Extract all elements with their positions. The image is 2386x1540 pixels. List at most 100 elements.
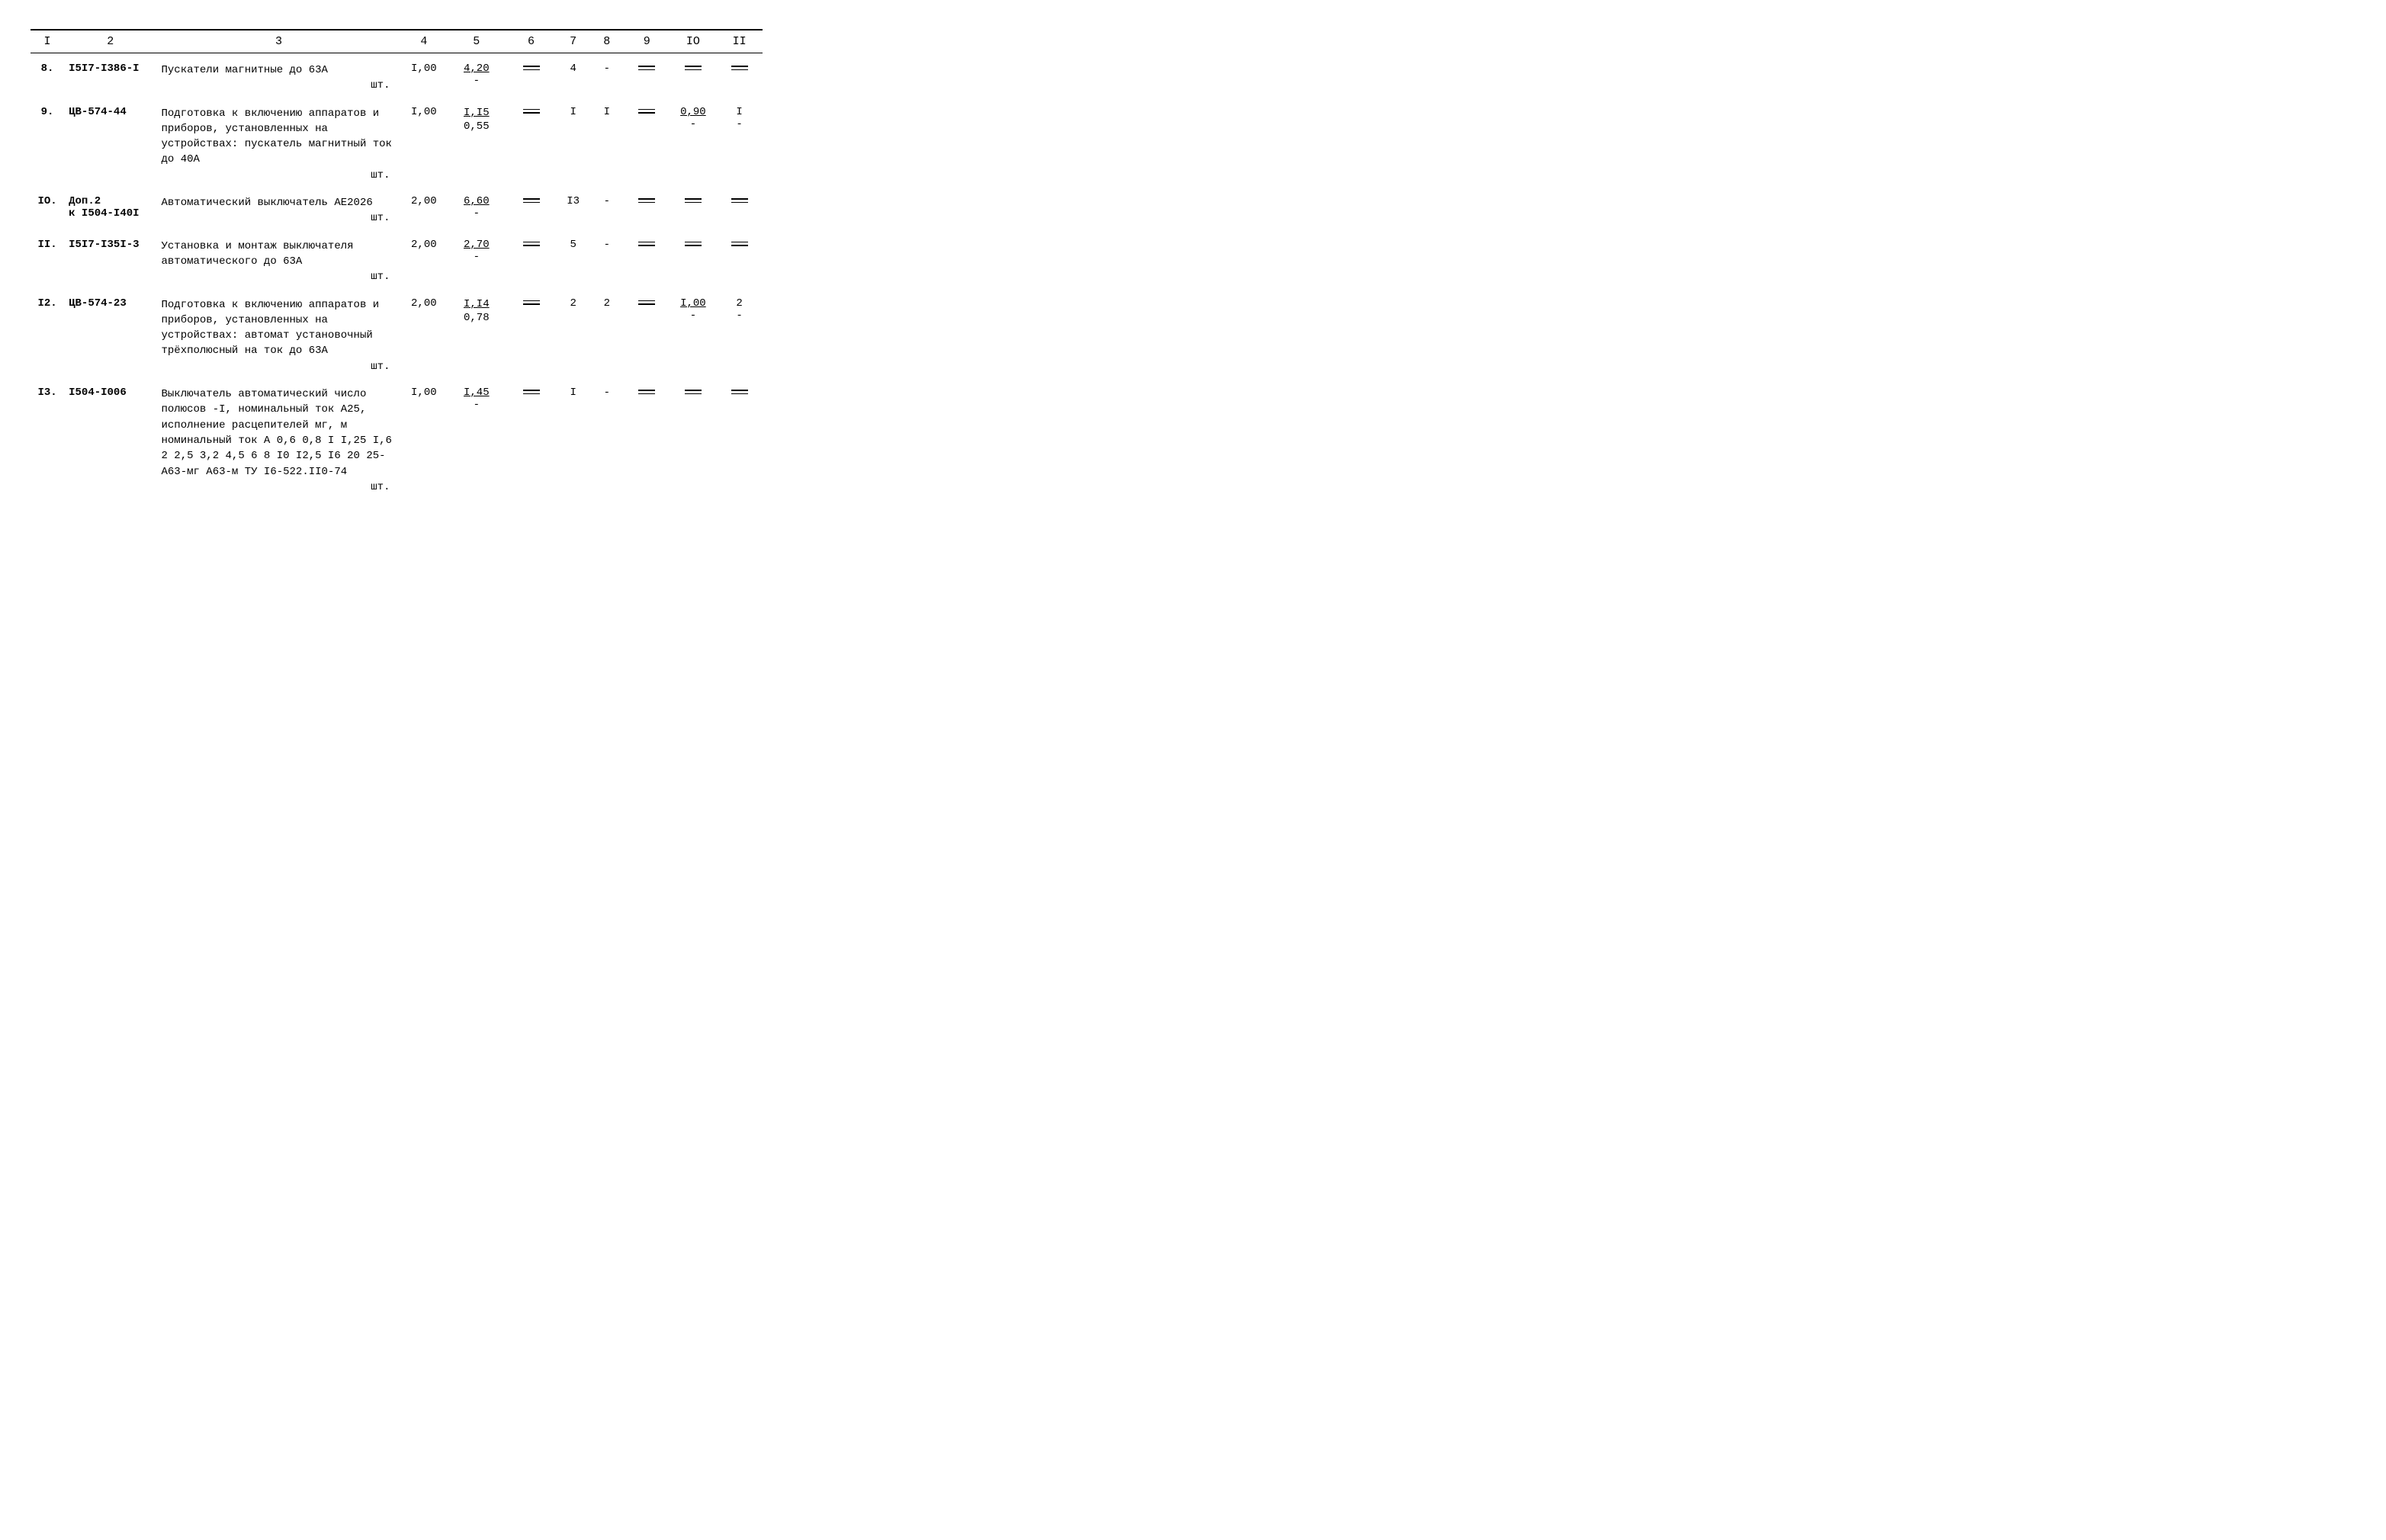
quantity: I,00 [401, 103, 448, 186]
col6-value [506, 294, 556, 377]
col-header-7: 7 [557, 30, 590, 53]
fraction-value: I,I50,55 [464, 106, 490, 133]
col5-value: 2,70- [447, 236, 506, 288]
col11-text: 2 [736, 297, 742, 310]
col10-bottom: - [690, 118, 696, 130]
col5-value: 4,20- [447, 59, 506, 97]
underline-value: I,45 [464, 387, 490, 399]
spacer-row [31, 229, 763, 236]
row-number: I2. [31, 294, 64, 377]
col7-value: 5 [557, 236, 590, 288]
table-row: 8.I5I7-I386-IПускатели магнитные до 63Аш… [31, 59, 763, 97]
item-code: I5I7-I35I-3 [64, 236, 156, 288]
unit-text: шт. [162, 269, 397, 284]
unit-text: шт. [162, 480, 397, 495]
col11-value [716, 383, 763, 498]
item-description: Установка и монтаж выключателя автоматич… [157, 236, 401, 288]
row-number: II. [31, 236, 64, 288]
col11-value: 2- [716, 294, 763, 377]
col-header-6: 6 [506, 30, 556, 53]
desc-text: Установка и монтаж выключателя автоматич… [162, 240, 354, 268]
desc-text: Подготовка к включению аппаратов и прибо… [162, 107, 392, 166]
double-dash-symbol [731, 63, 748, 72]
col10-underline: I,00 [680, 297, 706, 310]
double-dash-symbol [523, 387, 540, 396]
col9-value [624, 294, 670, 377]
col7-value: 2 [557, 294, 590, 377]
col8-value: 2 [590, 294, 624, 377]
col-header-11: II [716, 30, 763, 53]
col-header-10: IO [670, 30, 717, 53]
item-code: Доп.2 к I504-I40I [64, 192, 156, 229]
fraction-bottom: 0,78 [464, 311, 490, 325]
item-code: I5I7-I386-I [64, 59, 156, 97]
table-row: 9.ЦВ-574-44Подготовка к включению аппара… [31, 103, 763, 186]
item-description: Автоматический выключатель АЕ2026шт. [157, 192, 401, 229]
col10-value: 0,90- [670, 103, 717, 186]
col8-value: - [590, 59, 624, 97]
spacer-row [31, 97, 763, 103]
fraction-top: I,I4 [464, 297, 490, 311]
col7-value: I [557, 103, 590, 186]
col11-value [716, 59, 763, 97]
col8-value: - [590, 383, 624, 498]
col9-value [624, 192, 670, 229]
item-code: I504-I006 [64, 383, 156, 498]
unit-text: шт. [162, 359, 397, 374]
item-description: Выключатель автоматический число полюсов… [157, 383, 401, 498]
col6-value [506, 192, 556, 229]
double-dash-symbol [638, 298, 655, 307]
double-dash-symbol [731, 239, 748, 249]
double-dash-symbol [685, 63, 702, 72]
row-number: I3. [31, 383, 64, 498]
desc-text: Автоматический выключатель АЕ2026 [162, 197, 373, 209]
col8-value: I [590, 103, 624, 186]
col-header-8: 8 [590, 30, 624, 53]
quantity: 2,00 [401, 294, 448, 377]
double-dash-symbol [731, 196, 748, 205]
unit-text: шт. [162, 168, 397, 183]
quantity: I,00 [401, 383, 448, 498]
underline-value: 2,70 [464, 239, 490, 251]
double-dash-symbol [685, 196, 702, 205]
col9-value [624, 103, 670, 186]
double-dash-symbol [685, 239, 702, 249]
fraction-bottom: 0,55 [464, 120, 490, 133]
col8-value: - [590, 236, 624, 288]
table-row: II.I5I7-I35I-3Установка и монтаж выключа… [31, 236, 763, 288]
col10-value [670, 236, 717, 288]
col6-value [506, 236, 556, 288]
unit-text: шт. [162, 210, 397, 226]
col6-value [506, 59, 556, 97]
spacer-row [31, 377, 763, 383]
double-dash-symbol [523, 63, 540, 72]
item-code: ЦВ-574-23 [64, 294, 156, 377]
item-description: Подготовка к включению аппаратов и прибо… [157, 103, 401, 186]
desc-text: Выключатель автоматический число полюсов… [162, 388, 392, 477]
col8-value: - [590, 192, 624, 229]
col10-underline: 0,90 [680, 106, 706, 118]
double-dash-symbol [638, 239, 655, 249]
equals-symbol [523, 107, 540, 116]
fraction-bottom-empty: - [474, 251, 480, 263]
double-dash-symbol [731, 387, 748, 396]
double-dash-symbol [638, 196, 655, 205]
underline-value: 4,20 [464, 63, 490, 75]
fraction-bottom-empty: - [474, 207, 480, 220]
row-number: 8. [31, 59, 64, 97]
double-dash-symbol [523, 196, 540, 205]
col5-value: 6,60- [447, 192, 506, 229]
desc-text: Подготовка к включению аппаратов и прибо… [162, 299, 380, 358]
col10-bottom: - [690, 310, 696, 322]
col10-value: I,00- [670, 294, 717, 377]
item-description: Пускатели магнитные до 63Ашт. [157, 59, 401, 97]
double-dash-symbol [523, 239, 540, 249]
unit-text: шт. [162, 78, 397, 93]
col7-value: 4 [557, 59, 590, 97]
table-row: I2.ЦВ-574-23Подготовка к включению аппар… [31, 294, 763, 377]
equals-symbol [523, 298, 540, 307]
table-row: IO.Доп.2 к I504-I40IАвтоматический выклю… [31, 192, 763, 229]
item-code: ЦВ-574-44 [64, 103, 156, 186]
col-header-1: I [31, 30, 64, 53]
col5-value: I,I50,55 [447, 103, 506, 186]
